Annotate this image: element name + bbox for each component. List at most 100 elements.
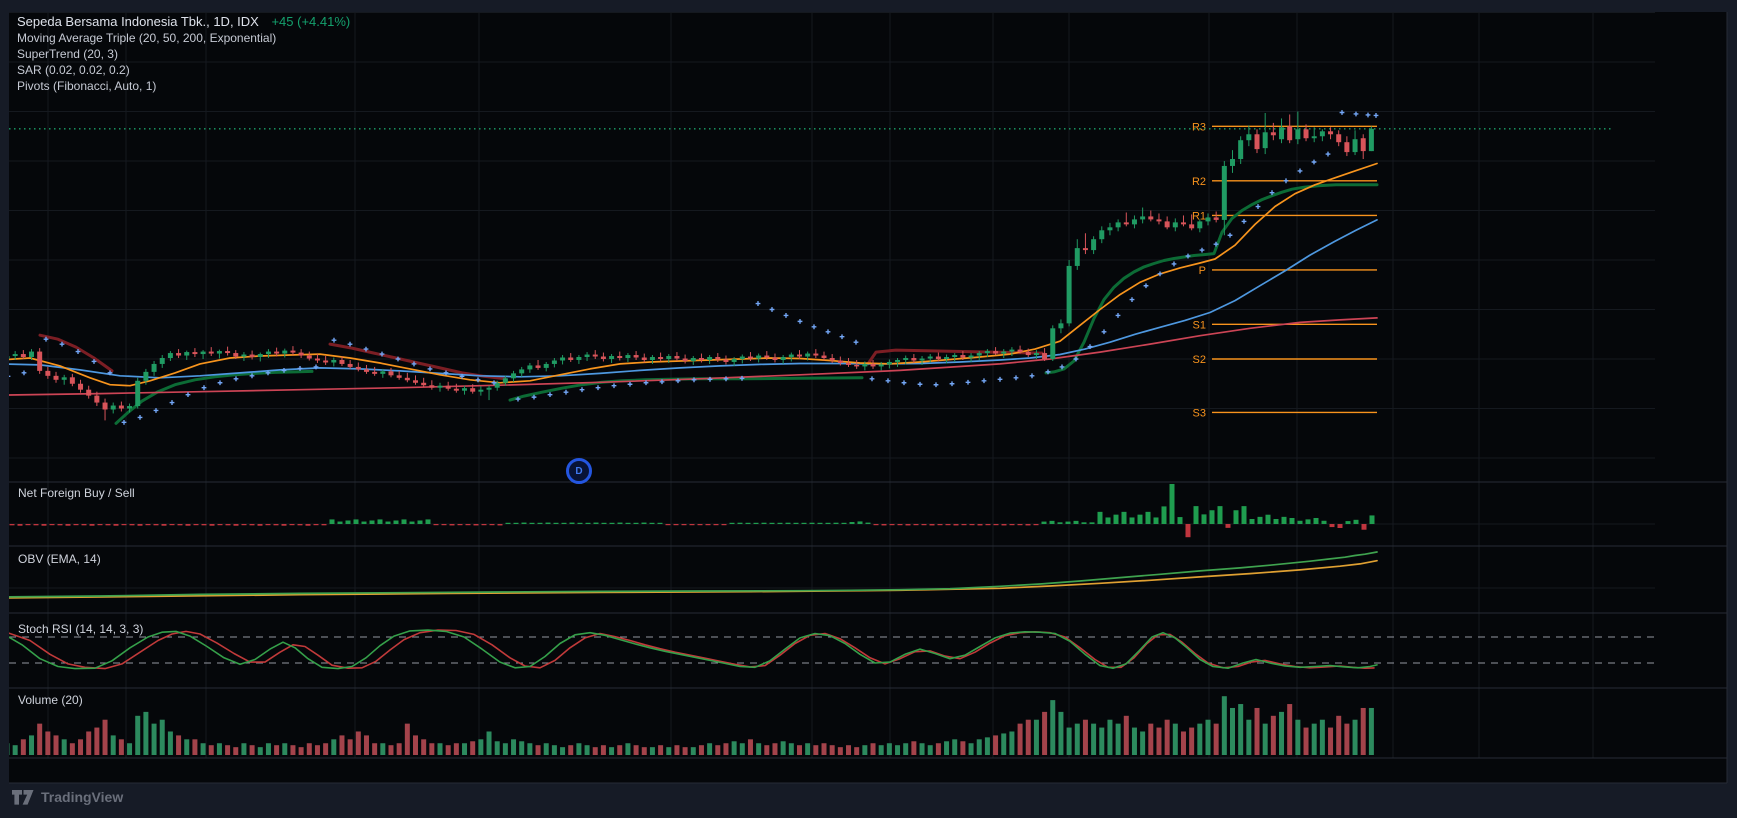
candle (527, 365, 533, 370)
candle (486, 387, 492, 390)
candle (429, 385, 435, 388)
candle (306, 355, 312, 359)
volume-bar (502, 743, 508, 755)
pane-title-stoch-rsi[interactable]: Stoch RSI (14, 14, 3, 3) (18, 622, 143, 636)
net-foreign-bar (817, 522, 823, 524)
net-foreign-bar (225, 524, 231, 526)
pane-title-net-foreign[interactable]: Net Foreign Buy / Sell (18, 486, 135, 500)
net-foreign-bar (433, 524, 439, 526)
volume-bar (854, 747, 860, 755)
candle (1295, 129, 1301, 140)
net-foreign-bar (729, 522, 735, 524)
candle (895, 359, 901, 362)
candle (257, 354, 263, 358)
indicator-legend-sar[interactable]: SAR (0.02, 0.02, 0.2) (17, 62, 350, 78)
net-foreign-bar (489, 524, 495, 526)
net-foreign-bar (1361, 524, 1367, 530)
volume-bar (993, 735, 999, 755)
volume-bar (600, 745, 606, 755)
volume-bar (756, 743, 762, 755)
net-foreign-bar (1265, 514, 1271, 524)
volume-bar (1344, 723, 1350, 755)
net-foreign-bar (305, 524, 311, 526)
chart-canvas[interactable]: R3 R2 R1 P S1 S2 S3 (0, 0, 1737, 818)
pivot-label-S2: S2 (1193, 354, 1206, 366)
net-foreign-bar (593, 522, 599, 524)
volume-bar (445, 745, 451, 755)
net-foreign-bar (481, 524, 487, 526)
net-foreign-bar (257, 524, 263, 526)
candle (1287, 126, 1293, 141)
volume-bar (715, 745, 721, 755)
net-foreign-bar (809, 522, 815, 524)
net-foreign-bar (401, 519, 407, 524)
candle (298, 352, 304, 356)
volume-bar (159, 719, 165, 755)
sar-dot (853, 339, 859, 345)
candle (249, 354, 255, 358)
volume-bar (543, 743, 549, 755)
net-foreign-bar (449, 524, 455, 526)
indicator-legend-pivots[interactable]: Pivots (Fibonacci, Auto, 1) (17, 78, 350, 94)
net-foreign-bar (89, 524, 95, 526)
volume-bar (1336, 715, 1342, 755)
price-axis[interactable] (1655, 12, 1727, 758)
sar-dot (1227, 232, 1233, 238)
volume-bar (551, 745, 557, 755)
time-axis[interactable] (9, 758, 1727, 783)
sar-dot (755, 301, 761, 306)
candle (609, 356, 615, 359)
volume-bar (535, 745, 541, 755)
candle (617, 356, 623, 359)
volume-bar (233, 747, 239, 755)
volume-bar (633, 745, 639, 755)
candle (935, 356, 941, 359)
volume-bar (257, 747, 263, 755)
net-foreign-bar (1249, 518, 1255, 524)
net-foreign-bar (49, 524, 55, 526)
symbol-legend-row[interactable]: Sepeda Bersama Indonesia Tbk., 1D, IDX +… (17, 13, 350, 30)
sar-dot (137, 415, 143, 420)
candle (1213, 217, 1219, 220)
volume-bar (960, 741, 966, 755)
candle (404, 377, 410, 381)
net-foreign-bar (377, 519, 383, 524)
candle (1352, 139, 1358, 153)
net-foreign-bar (993, 524, 999, 526)
pane-title-volume[interactable]: Volume (20) (18, 693, 83, 707)
volume-bar (143, 711, 149, 755)
candle (347, 363, 353, 367)
volume-bar (167, 731, 173, 755)
candle (952, 355, 958, 358)
volume-bar (331, 739, 337, 755)
candle (600, 356, 606, 359)
net-foreign-bar (841, 522, 847, 524)
sar-dot (1325, 151, 1331, 157)
sar-dot (783, 313, 789, 318)
sar-dot (217, 380, 223, 386)
pane-title-obv[interactable]: OBV (EMA, 14) (18, 552, 101, 566)
net-foreign-bar (849, 522, 855, 524)
candle (1074, 248, 1080, 266)
volume-bar (911, 741, 917, 755)
net-foreign-bar (985, 524, 991, 526)
indicator-legend-supertrend[interactable]: SuperTrend (20, 3) (17, 46, 350, 62)
candle (478, 389, 484, 392)
candle (1107, 227, 1113, 231)
tradingview-logo[interactable]: TradingView (12, 789, 123, 805)
volume-bar (282, 743, 288, 755)
net-foreign-bar (745, 522, 751, 524)
candle (1001, 351, 1007, 354)
net-foreign-bar (1073, 520, 1079, 524)
candle (788, 354, 794, 358)
candle (772, 357, 778, 360)
candle (960, 355, 966, 358)
net-foreign-bar (65, 524, 71, 526)
dividend-event-marker[interactable]: D (566, 458, 592, 484)
indicator-legend-ma[interactable]: Moving Average Triple (20, 50, 200, Expo… (17, 30, 350, 46)
candle (167, 353, 173, 359)
volume-bar (805, 743, 811, 755)
candle (1017, 349, 1023, 353)
net-foreign-bar (17, 524, 23, 526)
volume-bar (780, 741, 786, 755)
